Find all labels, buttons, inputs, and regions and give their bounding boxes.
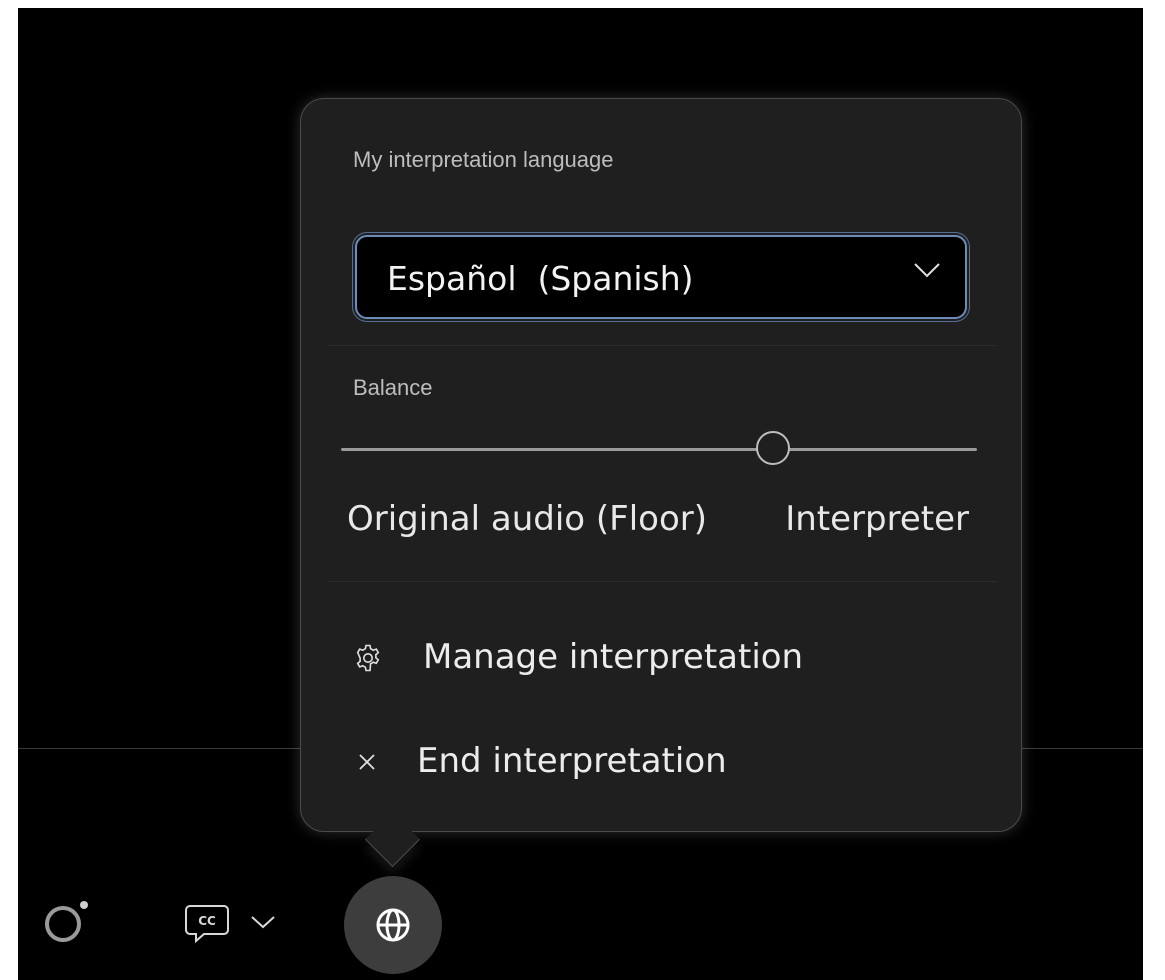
closed-captions-text: CC — [198, 914, 216, 928]
manage-interpretation-item[interactable]: Manage interpretation — [341, 623, 981, 693]
closed-captions-button[interactable]: CC — [182, 900, 292, 946]
close-icon — [359, 754, 375, 770]
chevron-down-icon[interactable] — [250, 914, 276, 930]
balance-left-label: Original audio (Floor) — [347, 499, 707, 539]
language-dropdown-value: Español (Spanish) — [387, 259, 694, 298]
manage-interpretation-label: Manage interpretation — [423, 637, 804, 677]
meeting-stage: My interpretation language Español (Span… — [18, 8, 1143, 980]
section-separator — [327, 345, 997, 346]
balance-slider-thumb[interactable] — [756, 431, 791, 465]
gear-icon — [356, 644, 380, 672]
language-dropdown[interactable]: Español (Spanish) — [355, 235, 967, 319]
balance-right-label: Interpreter — [785, 499, 969, 539]
section-separator — [327, 581, 997, 582]
chevron-down-icon — [914, 263, 940, 278]
end-interpretation-label: End interpretation — [417, 741, 727, 781]
popover-pointer-cover — [358, 808, 428, 830]
balance-label: Balance — [353, 375, 433, 400]
globe-icon — [376, 908, 410, 942]
language-label: My interpretation language — [353, 147, 614, 172]
interpretation-popover: My interpretation language Español (Span… — [300, 98, 1022, 832]
balance-slider[interactable] — [341, 429, 977, 469]
interpretation-globe-button[interactable] — [344, 876, 442, 974]
balance-slider-track[interactable] — [341, 448, 977, 451]
ring-status-icon[interactable] — [44, 898, 90, 944]
end-interpretation-item[interactable]: End interpretation — [341, 727, 981, 797]
